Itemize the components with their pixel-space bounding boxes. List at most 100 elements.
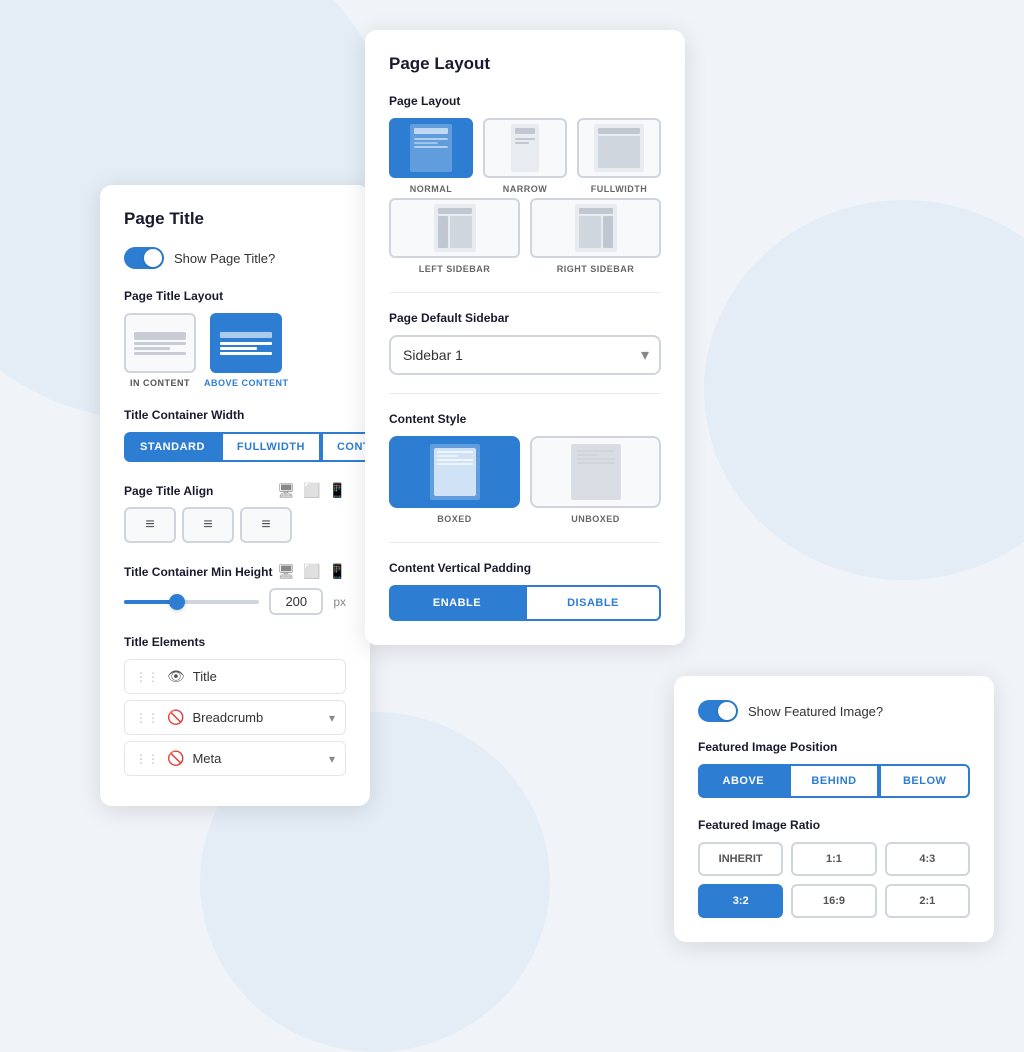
layout-above-content-label: ABOVE CONTENT bbox=[204, 378, 289, 388]
feat-pos-below-btn[interactable]: BELOW bbox=[879, 764, 970, 798]
show-featured-image-row: Show Featured Image? bbox=[698, 700, 970, 722]
content-style-unboxed[interactable]: UNBOXED bbox=[530, 436, 661, 524]
min-tablet-icon: ⬜ bbox=[303, 563, 320, 580]
title-container-width-label: Title Container Width bbox=[124, 408, 346, 422]
title-elements-label: Title Elements bbox=[124, 635, 346, 649]
device-icons: 🖥 ⬜ 📱 bbox=[277, 482, 346, 499]
min-desktop-icon: 🖥 bbox=[277, 563, 295, 580]
page-title-layout-options: IN CONTENT ABOVE CONTENT bbox=[124, 313, 346, 388]
content-style-grid: BOXED UNBOXED bbox=[389, 436, 661, 524]
feat-pos-behind-btn[interactable]: BEHIND bbox=[789, 764, 880, 798]
ratio-3-2-btn[interactable]: 3:2 bbox=[698, 884, 783, 918]
show-featured-image-toggle[interactable] bbox=[698, 700, 738, 722]
page-layout-grid-row1: NORMAL NARROW bbox=[389, 118, 661, 194]
drag-handle-title[interactable]: ⋮⋮ bbox=[135, 670, 159, 684]
mobile-icon: 📱 bbox=[329, 482, 346, 499]
tablet-icon: ⬜ bbox=[303, 482, 320, 499]
page-title-align-label: Page Title Align bbox=[124, 484, 213, 498]
title-container-width-group: STANDARD FULLWIDTH CONTAINED bbox=[124, 432, 346, 462]
desktop-icon: 🖥 bbox=[277, 482, 295, 499]
divider-3 bbox=[389, 542, 661, 543]
vert-disable-btn[interactable]: DISABLE bbox=[525, 585, 661, 621]
title-element-breadcrumb: ⋮⋮ 🚫 Breadcrumb ▾ bbox=[124, 700, 346, 735]
content-style-unboxed-label: UNBOXED bbox=[571, 514, 620, 524]
align-right-btn[interactable]: ≡ bbox=[240, 507, 292, 543]
min-height-section: Title Container Min Height 🖥 ⬜ 📱 200 px bbox=[124, 563, 346, 615]
show-page-title-row: Show Page Title? bbox=[124, 247, 346, 269]
vert-padding-row: ENABLE DISABLE bbox=[389, 585, 661, 621]
chevron-breadcrumb: ▾ bbox=[329, 711, 335, 725]
align-center-btn[interactable]: ≡ bbox=[182, 507, 234, 543]
title-element-meta: ⋮⋮ 🚫 Meta ▾ bbox=[124, 741, 346, 776]
slider-track[interactable] bbox=[124, 600, 259, 604]
layout-in-content-label: IN CONTENT bbox=[130, 378, 190, 388]
layout-above-content-icon bbox=[210, 313, 282, 373]
align-options: ≡ ≡ ≡ bbox=[124, 507, 346, 543]
drag-handle-breadcrumb[interactable]: ⋮⋮ bbox=[135, 711, 159, 725]
min-height-label: Title Container Min Height bbox=[124, 565, 272, 579]
min-height-slider-row: 200 px bbox=[124, 588, 346, 615]
vert-enable-btn[interactable]: ENABLE bbox=[389, 585, 525, 621]
show-page-title-label: Show Page Title? bbox=[174, 251, 275, 266]
content-icon-boxed bbox=[389, 436, 520, 508]
ratio-inherit-btn[interactable]: INHERIT bbox=[698, 842, 783, 876]
element-name-meta: Meta bbox=[192, 751, 321, 766]
feat-pos-above-btn[interactable]: ABOVE bbox=[698, 764, 789, 798]
content-vertical-padding-label: Content Vertical Padding bbox=[389, 561, 661, 575]
show-featured-image-label: Show Featured Image? bbox=[748, 704, 883, 719]
page-title-panel: Page Title Show Page Title? Page Title L… bbox=[100, 185, 370, 806]
element-name-breadcrumb: Breadcrumb bbox=[192, 710, 321, 725]
drag-handle-meta[interactable]: ⋮⋮ bbox=[135, 752, 159, 766]
layout-icon-normal bbox=[389, 118, 473, 178]
page-layout-grid-row2: LEFT SIDEBAR RIGHT SIDEBAR bbox=[389, 198, 661, 274]
page-title-align-section: Page Title Align 🖥 ⬜ 📱 ≡ ≡ ≡ bbox=[124, 482, 346, 543]
layout-card-right-sidebar[interactable]: RIGHT SIDEBAR bbox=[530, 198, 661, 274]
divider-1 bbox=[389, 292, 661, 293]
ratio-4-3-btn[interactable]: 4:3 bbox=[885, 842, 970, 876]
ratio-16-9-btn[interactable]: 16:9 bbox=[791, 884, 876, 918]
page-layout-section-label: Page Layout bbox=[389, 94, 661, 108]
divider-2 bbox=[389, 393, 661, 394]
layout-card-narrow[interactable]: NARROW bbox=[483, 118, 567, 194]
layout-label-fullwidth: FULLWIDTH bbox=[591, 184, 648, 194]
chevron-meta: ▾ bbox=[329, 752, 335, 766]
featured-position-group: ABOVE BEHIND BELOW bbox=[698, 764, 970, 798]
slider-fill bbox=[124, 600, 171, 604]
ratio-1-1-btn[interactable]: 1:1 bbox=[791, 842, 876, 876]
page-layout-panel-heading: Page Layout bbox=[389, 54, 661, 74]
min-height-input[interactable]: 200 bbox=[269, 588, 323, 615]
layout-card-fullwidth[interactable]: FULLWIDTH bbox=[577, 118, 661, 194]
layout-icon-narrow bbox=[483, 118, 567, 178]
content-style-boxed[interactable]: BOXED bbox=[389, 436, 520, 524]
layout-card-normal[interactable]: NORMAL bbox=[389, 118, 473, 194]
content-style-label: Content Style bbox=[389, 412, 661, 426]
featured-image-panel: Show Featured Image? Featured Image Posi… bbox=[674, 676, 994, 942]
content-icon-unboxed bbox=[530, 436, 661, 508]
page-title-panel-heading: Page Title bbox=[124, 209, 346, 229]
layout-icon-left-sidebar bbox=[389, 198, 520, 258]
title-elements-list: ⋮⋮ 👁 Title ⋮⋮ 🚫 Breadcrumb ▾ ⋮⋮ 🚫 Meta ▾ bbox=[124, 659, 346, 776]
min-height-device-icons: 🖥 ⬜ 📱 bbox=[277, 563, 346, 580]
eye-icon-title[interactable]: 👁 bbox=[167, 668, 185, 685]
layout-card-left-sidebar[interactable]: LEFT SIDEBAR bbox=[389, 198, 520, 274]
title-element-title: ⋮⋮ 👁 Title bbox=[124, 659, 346, 694]
layout-in-content-btn[interactable]: IN CONTENT bbox=[124, 313, 196, 388]
eye-icon-meta[interactable]: 🚫 bbox=[167, 750, 184, 767]
page-title-layout-label: Page Title Layout bbox=[124, 289, 346, 303]
page-default-sidebar-label: Page Default Sidebar bbox=[389, 311, 661, 325]
layout-icon-right-sidebar bbox=[530, 198, 661, 258]
min-mobile-icon: 📱 bbox=[329, 563, 346, 580]
align-left-btn[interactable]: ≡ bbox=[124, 507, 176, 543]
width-standard-btn[interactable]: STANDARD bbox=[124, 432, 221, 462]
width-fullwidth-btn[interactable]: FULLWIDTH bbox=[221, 432, 321, 462]
layout-label-narrow: NARROW bbox=[503, 184, 548, 194]
layout-above-content-btn[interactable]: ABOVE CONTENT bbox=[204, 313, 289, 388]
show-page-title-toggle[interactable] bbox=[124, 247, 164, 269]
layout-label-right-sidebar: RIGHT SIDEBAR bbox=[557, 264, 635, 274]
eye-icon-breadcrumb[interactable]: 🚫 bbox=[167, 709, 184, 726]
content-style-boxed-label: BOXED bbox=[437, 514, 472, 524]
ratio-2-1-btn[interactable]: 2:1 bbox=[885, 884, 970, 918]
slider-thumb[interactable] bbox=[169, 594, 185, 610]
sidebar-select[interactable]: Sidebar 1 Sidebar 2 Sidebar 3 bbox=[389, 335, 661, 375]
ratio-grid: INHERIT 1:1 4:3 3:2 16:9 2:1 bbox=[698, 842, 970, 918]
